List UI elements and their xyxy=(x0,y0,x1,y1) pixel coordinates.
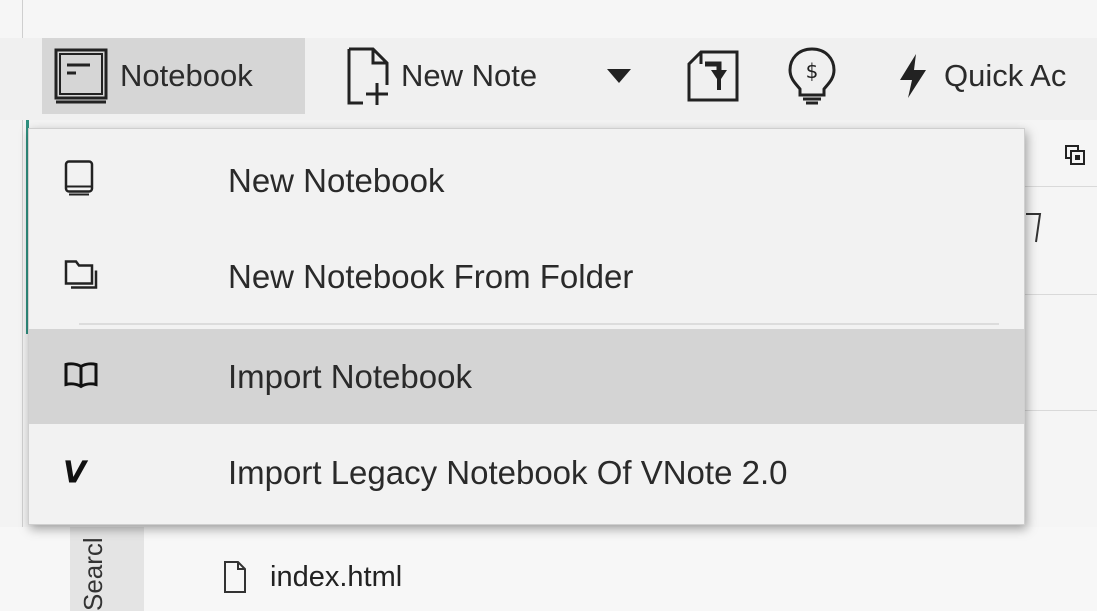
lightning-icon xyxy=(898,52,928,100)
notebook-menu: New Notebook New Notebook From Folder Im… xyxy=(28,128,1025,525)
explorer-area xyxy=(0,527,1097,611)
menu-item-label: New Notebook From Folder xyxy=(228,257,634,295)
toolbar: Notebook New Note $ Quick Ac xyxy=(0,38,1097,120)
menu-item-label: Import Legacy Notebook Of VNote 2.0 xyxy=(228,453,788,491)
vnote-logo-icon: V xyxy=(63,455,87,490)
new-note-dropdown[interactable] xyxy=(606,38,632,114)
new-note-icon xyxy=(345,45,391,107)
import-button[interactable] xyxy=(685,38,741,114)
lightbulb-icon: $ xyxy=(786,45,838,107)
quick-access-button[interactable]: Quick Ac xyxy=(898,38,1066,114)
menu-item-label: Import Notebook xyxy=(228,357,472,395)
row-divider xyxy=(1020,186,1097,187)
menu-item-new-notebook[interactable]: New Notebook xyxy=(29,133,1024,228)
quick-access-label: Quick Ac xyxy=(944,58,1067,93)
row-divider xyxy=(1020,410,1097,411)
folder-icon xyxy=(63,257,99,296)
import-file-icon xyxy=(685,48,741,104)
file-name: index.html xyxy=(270,560,403,593)
menu-item-import-legacy-notebook[interactable]: V Import Legacy Notebook Of VNote 2.0 xyxy=(29,425,1024,520)
notebook-button[interactable]: Notebook xyxy=(42,38,305,114)
row-divider xyxy=(1020,294,1097,295)
file-list-item[interactable]: index.html xyxy=(222,560,402,594)
title-strip xyxy=(0,0,1097,38)
popout-icon[interactable] xyxy=(1064,144,1086,166)
notebook-icon xyxy=(63,159,95,202)
menu-item-new-notebook-from-folder[interactable]: New Notebook From Folder xyxy=(29,229,1024,324)
menu-separator xyxy=(79,323,999,325)
document-icon[interactable] xyxy=(1024,212,1044,246)
svg-text:$: $ xyxy=(806,59,819,83)
new-note-button[interactable]: New Note xyxy=(345,38,537,114)
search-side-tab-label: Searcl xyxy=(78,537,108,611)
file-icon xyxy=(222,560,248,594)
open-book-icon xyxy=(63,360,99,393)
new-note-label: New Note xyxy=(401,58,538,93)
tips-button[interactable]: $ xyxy=(786,38,838,114)
caret-down-icon xyxy=(606,67,632,85)
notebook-label: Notebook xyxy=(120,58,253,93)
notebook-icon xyxy=(50,46,114,106)
menu-item-label: New Notebook xyxy=(228,161,445,199)
menu-item-import-notebook[interactable]: Import Notebook xyxy=(29,329,1024,424)
